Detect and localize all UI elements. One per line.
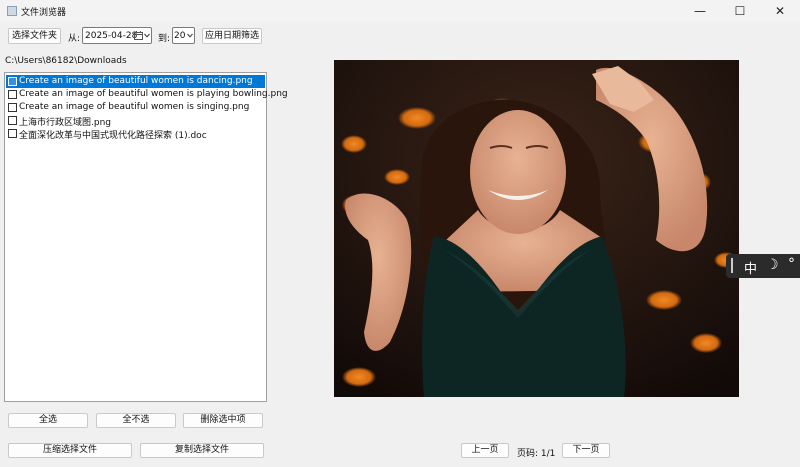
current-path: C:\Users\86182\Downloads (5, 56, 127, 66)
next-page-button[interactable]: 下一页 (562, 443, 610, 458)
gear-icon[interactable]: ° (788, 256, 795, 272)
file-list-item[interactable]: 上海市行政区域图.png (6, 114, 265, 128)
compress-files-button[interactable]: 压缩选择文件 (8, 443, 132, 458)
ime-drag-handle[interactable] (731, 258, 733, 273)
delete-selected-button[interactable]: 删除选中项 (183, 413, 263, 428)
moon-icon[interactable]: ☽ (766, 257, 779, 273)
page-indicator: 页码: 1/1 (517, 449, 556, 459)
preview-photo (334, 60, 739, 397)
file-checkbox[interactable] (8, 77, 17, 86)
maximize-button[interactable]: ☐ (720, 0, 760, 22)
app-icon (7, 6, 17, 16)
apply-date-filter-button[interactable]: 应用日期筛选 (202, 28, 262, 44)
close-button[interactable]: ✕ (760, 0, 800, 22)
file-name: Create an image of beautiful women is da… (19, 76, 253, 86)
copy-files-button[interactable]: 复制选择文件 (140, 443, 264, 458)
file-checkbox[interactable] (8, 116, 17, 125)
file-list-item[interactable]: Create an image of beautiful women is pl… (6, 88, 288, 101)
calendar-icon[interactable] (134, 31, 143, 40)
file-name: 全面深化改革与中国式现代化路径探索 (1).doc (19, 131, 207, 141)
image-preview (334, 60, 739, 397)
minimize-button[interactable]: — (680, 0, 720, 22)
file-list-item[interactable]: Create an image of beautiful women is da… (6, 75, 265, 88)
ime-toolbar[interactable]: 中 ☽ ° (726, 254, 800, 278)
to-label: 到: (158, 34, 171, 44)
prev-page-button[interactable]: 上一页 (461, 443, 509, 458)
ime-mode-indicator[interactable]: 中 (744, 258, 757, 277)
chevron-down-icon[interactable] (187, 33, 193, 38)
choose-folder-button[interactable]: 选择文件夹 (8, 28, 61, 44)
file-list[interactable]: Create an image of beautiful women is da… (4, 72, 288, 402)
file-checkbox[interactable] (8, 90, 17, 99)
from-label: 从: (68, 34, 81, 44)
window-title: 文件浏览器 (21, 8, 67, 18)
select-none-button[interactable]: 全不选 (96, 413, 176, 428)
select-all-button[interactable]: 全选 (8, 413, 88, 428)
from-date-value: 2025-04-28 (85, 31, 138, 41)
to-date-value: 20 (174, 31, 186, 41)
file-name: Create an image of beautiful women is pl… (19, 89, 288, 99)
chevron-down-icon[interactable] (144, 33, 150, 38)
file-checkbox[interactable] (8, 129, 17, 138)
file-list-item[interactable]: 全面深化改革与中国式现代化路径探索 (1).doc (6, 127, 265, 141)
file-checkbox[interactable] (8, 103, 17, 112)
to-date-field[interactable]: 20 (172, 27, 195, 44)
file-list-item[interactable]: Create an image of beautiful women is si… (6, 101, 265, 114)
from-date-field[interactable]: 2025-04-28 (82, 27, 152, 44)
title-bar: 文件浏览器 — ☐ ✕ (0, 0, 800, 22)
file-name: Create an image of beautiful women is si… (19, 102, 250, 112)
